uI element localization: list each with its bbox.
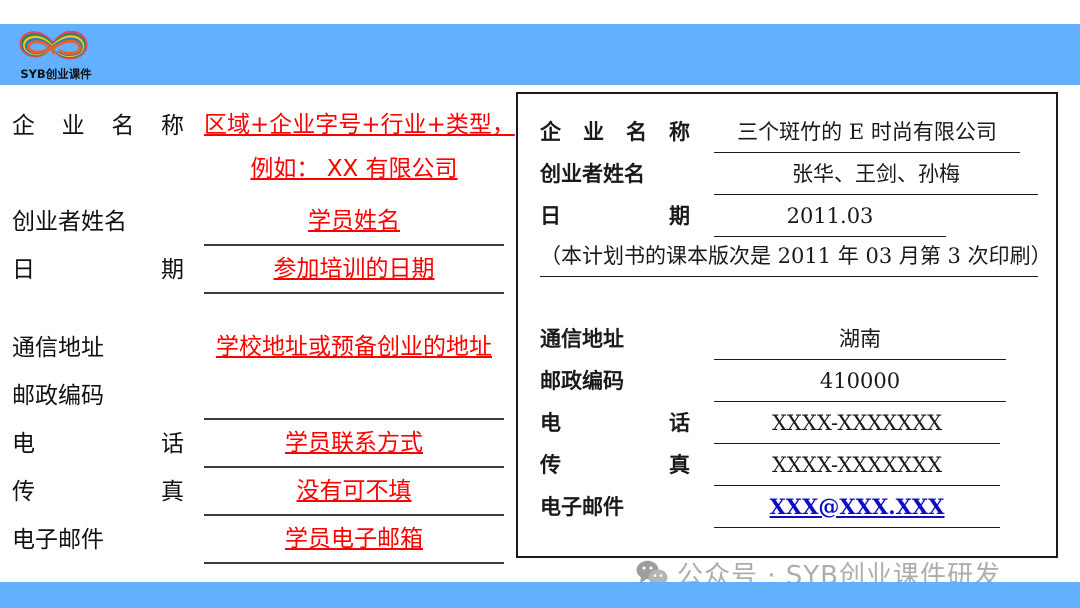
right-field-company-name[interactable]: 三个斑竹的 E 时尚有限公司 bbox=[714, 114, 1020, 153]
right-row-postcode: 邮政编码 410000 bbox=[518, 357, 1056, 402]
right-value-email-link[interactable]: XXX@XXX.XXX bbox=[770, 489, 945, 525]
brand-logo: SYB创业课件 bbox=[6, 26, 106, 84]
label-char: 企 bbox=[12, 113, 35, 139]
rainbow-infinity-logo-icon bbox=[19, 30, 88, 60]
right-label-date: 日 期 bbox=[540, 200, 690, 230]
left-label-fax: 传 真 bbox=[12, 472, 184, 506]
right-row-date: 日 期 2011.03 bbox=[518, 192, 1056, 237]
right-field-email[interactable]: XXX@XXX.XXX bbox=[714, 489, 1000, 528]
left-label-phone: 电 话 bbox=[12, 424, 184, 458]
right-value-founder-name: 张华、王剑、孙梅 bbox=[792, 162, 960, 186]
left-value-address: 学校地址或预备创业的地址 bbox=[216, 334, 492, 360]
left-row-company-name: 企 业 名 称 区域+企业字号+行业+类型， 例如： XX 有限公司 bbox=[8, 96, 515, 192]
left-label-postcode: 邮政编码 bbox=[12, 383, 104, 409]
left-row-date: 日 期 参加培训的日期 bbox=[8, 240, 508, 294]
right-field-fax[interactable]: XXXX-XXXXXXX bbox=[714, 447, 1000, 486]
right-row-founder-name: 创业者姓名 张华、王剑、孙梅 bbox=[518, 150, 1056, 195]
right-row-email: 电子邮件 XXX@XXX.XXX bbox=[518, 483, 1056, 528]
top-blue-banner bbox=[0, 24, 1080, 85]
right-value-phone: XXXX-XXXXXXX bbox=[771, 411, 943, 435]
right-label-phone: 电 话 bbox=[540, 407, 690, 437]
right-row-address: 通信地址 湖南 bbox=[518, 315, 1056, 360]
right-edition-note: （本计划书的课本版次是 2011 年 03 月第 3 次印刷） bbox=[540, 238, 1052, 277]
label-char: 名 bbox=[111, 113, 135, 139]
right-field-postcode[interactable]: 410000 bbox=[714, 363, 1006, 402]
left-label-company-name: 企 业 名 称 bbox=[12, 106, 184, 140]
label-char: 称 bbox=[669, 119, 690, 144]
right-field-founder-name[interactable]: 张华、王剑、孙梅 bbox=[714, 156, 1038, 195]
sample-form-panel: 企 业 名 称 三个斑竹的 E 时尚有限公司 创业者姓名 张华、王剑、孙梅 日 … bbox=[516, 92, 1058, 558]
right-field-address[interactable]: 湖南 bbox=[714, 321, 1006, 360]
label-char: 期 bbox=[669, 203, 690, 228]
left-field-company-name[interactable]: 区域+企业字号+行业+类型， 例如： XX 有限公司 bbox=[204, 104, 515, 192]
right-value-address: 湖南 bbox=[839, 327, 881, 351]
right-value-date: 2011.03 bbox=[786, 204, 874, 228]
left-value-founder-name: 学员姓名 bbox=[308, 208, 400, 234]
left-label-email: 电子邮件 bbox=[12, 527, 104, 553]
left-value-company-name-line2: 例如： XX 有限公司 bbox=[250, 156, 458, 182]
right-value-company-name: 三个斑竹的 E 时尚有限公司 bbox=[737, 120, 997, 144]
left-field-address[interactable]: 学校地址或预备创业的地址 bbox=[204, 326, 504, 370]
right-row-company-name: 企 业 名 称 三个斑竹的 E 时尚有限公司 bbox=[518, 108, 1056, 153]
left-label-address: 通信地址 bbox=[12, 335, 104, 361]
left-label-date: 日 期 bbox=[12, 250, 184, 284]
left-value-email: 学员电子邮箱 bbox=[285, 526, 423, 552]
left-row-fax: 传 真 没有可不填 bbox=[8, 462, 508, 516]
label-char: 传 bbox=[540, 452, 561, 477]
left-value-fax: 没有可不填 bbox=[296, 478, 412, 504]
right-field-date[interactable]: 2011.03 bbox=[714, 198, 946, 237]
right-label-email: 电子邮件 bbox=[540, 494, 624, 519]
right-label-company-name: 企 业 名 称 bbox=[540, 116, 690, 146]
label-char: 期 bbox=[161, 257, 184, 283]
label-char: 业 bbox=[583, 119, 604, 144]
label-char: 名 bbox=[626, 119, 647, 144]
left-template-form: 企 业 名 称 区域+企业字号+行业+类型， 例如： XX 有限公司 创业者姓名… bbox=[8, 96, 515, 564]
label-char: 日 bbox=[12, 257, 35, 283]
label-char: 话 bbox=[669, 410, 690, 435]
label-char: 业 bbox=[61, 113, 85, 139]
right-field-phone[interactable]: XXXX-XXXXXXX bbox=[714, 405, 1000, 444]
right-label-address: 通信地址 bbox=[540, 326, 624, 351]
bottom-blue-banner bbox=[0, 582, 1080, 608]
label-char: 电 bbox=[12, 431, 35, 457]
right-edition-note-text: （本计划书的课本版次是 2011 年 03 月第 3 次印刷） bbox=[540, 244, 1052, 268]
right-value-postcode: 410000 bbox=[819, 369, 901, 393]
label-char: 真 bbox=[669, 452, 690, 477]
left-row-postcode: 邮政编码 bbox=[8, 366, 508, 420]
label-char: 真 bbox=[161, 479, 184, 505]
left-field-date[interactable]: 参加培训的日期 bbox=[204, 248, 504, 294]
right-label-postcode: 邮政编码 bbox=[540, 368, 624, 393]
left-label-founder-name: 创业者姓名 bbox=[12, 209, 127, 235]
left-row-email: 电子邮件 学员电子邮箱 bbox=[8, 510, 508, 564]
right-row-fax: 传 真 XXXX-XXXXXXX bbox=[518, 441, 1056, 486]
right-label-founder-name: 创业者姓名 bbox=[540, 161, 645, 186]
left-row-founder-name: 创业者姓名 学员姓名 bbox=[8, 192, 508, 246]
label-char: 企 bbox=[540, 119, 561, 144]
left-value-company-name-line1: 区域+企业字号+行业+类型， bbox=[204, 112, 515, 138]
left-value-phone: 学员联系方式 bbox=[285, 430, 423, 456]
logo-caption: SYB创业课件 bbox=[20, 67, 92, 81]
right-label-fax: 传 真 bbox=[540, 449, 690, 479]
left-field-email[interactable]: 学员电子邮箱 bbox=[204, 518, 504, 564]
label-char: 话 bbox=[161, 431, 184, 457]
left-value-date: 参加培训的日期 bbox=[273, 256, 435, 282]
label-char: 电 bbox=[540, 410, 561, 435]
right-value-fax: XXXX-XXXXXXX bbox=[771, 453, 943, 477]
left-row-phone: 电 话 学员联系方式 bbox=[8, 414, 508, 468]
left-row-address: 通信地址 学校地址或预备创业的地址 bbox=[8, 318, 508, 366]
label-char: 称 bbox=[160, 113, 184, 139]
label-char: 传 bbox=[12, 479, 35, 505]
label-char: 日 bbox=[540, 203, 561, 228]
right-row-phone: 电 话 XXXX-XXXXXXX bbox=[518, 399, 1056, 444]
